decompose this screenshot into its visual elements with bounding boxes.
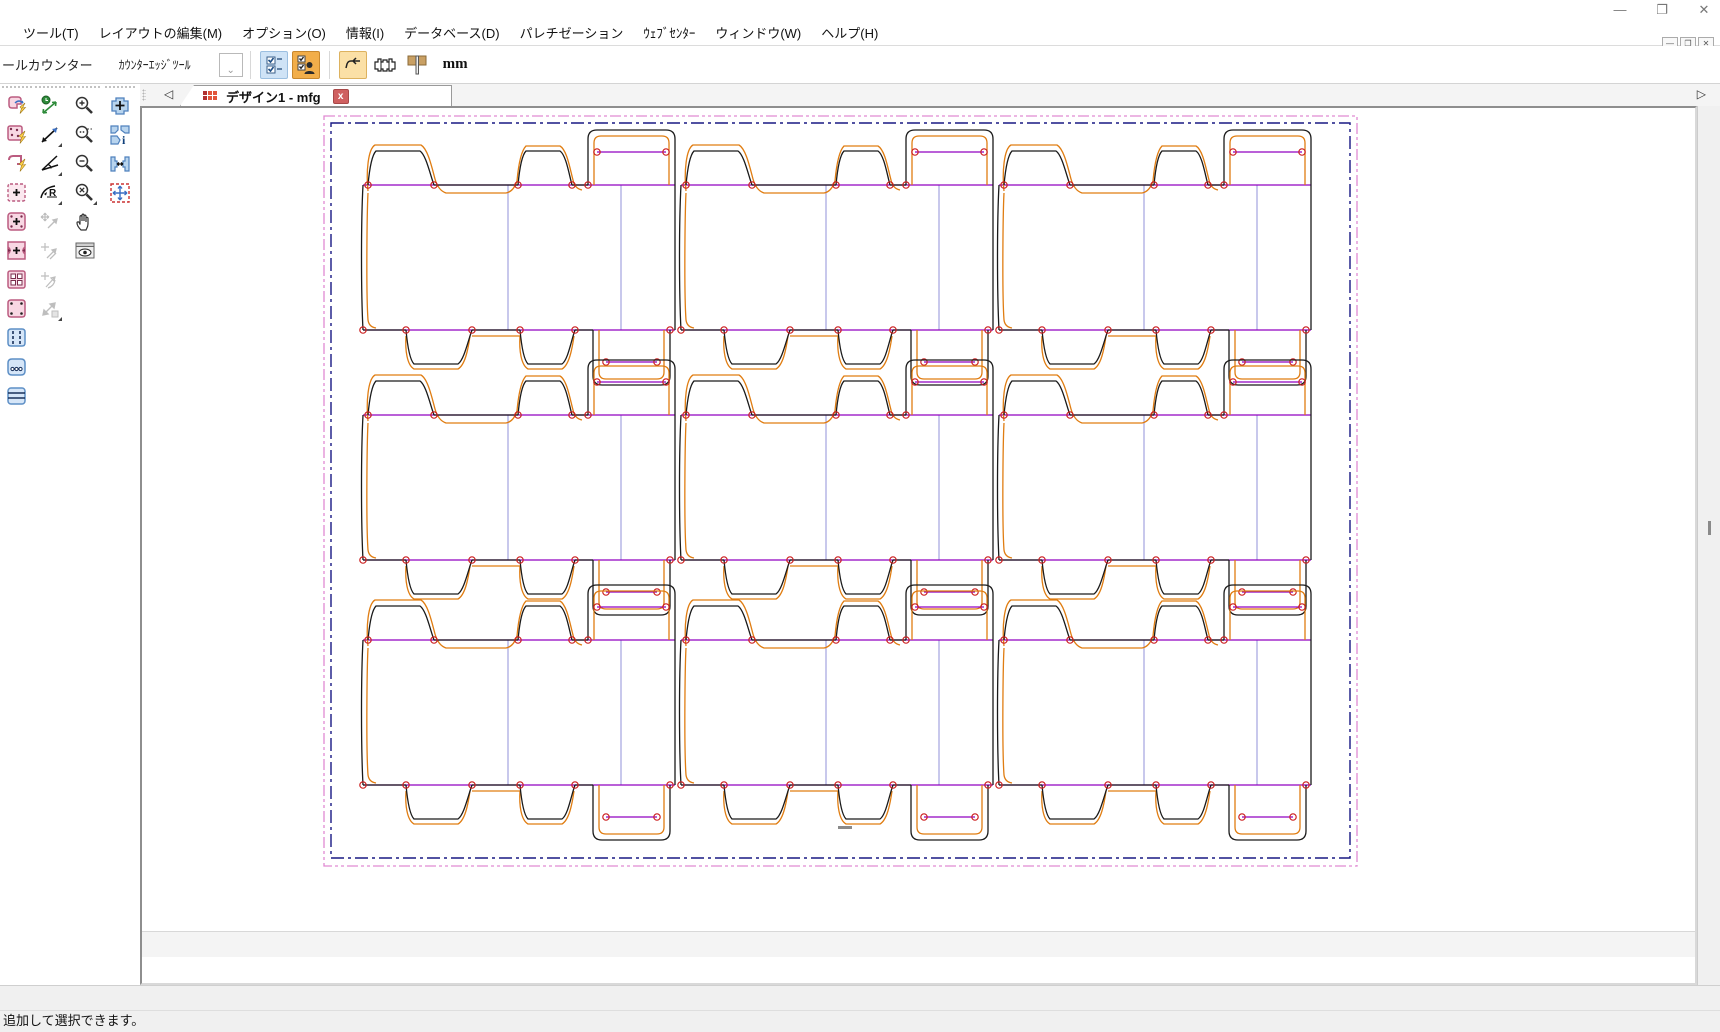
- window-close-button[interactable]: ✕: [1696, 3, 1712, 17]
- toolbar-separator: [329, 51, 330, 79]
- quick-measure-icon[interactable]: [37, 93, 63, 119]
- drawing-canvas[interactable]: [142, 108, 1695, 957]
- counter-grid-icon[interactable]: [4, 267, 30, 293]
- counter-lines-icon[interactable]: [4, 383, 30, 409]
- tab-scroll-left-icon[interactable]: ◁: [164, 87, 173, 101]
- menu-webcenter[interactable]: ｳｪﾌﾞｾﾝﾀｰ: [633, 20, 705, 45]
- bend-arrow-icon[interactable]: [339, 51, 367, 79]
- left-tool-panel: R: [0, 84, 140, 985]
- menu-info[interactable]: 情報(I): [336, 20, 394, 45]
- tool-dropdown[interactable]: ⌄: [219, 53, 243, 77]
- menu-palletization[interactable]: パレチゼーション: [510, 20, 634, 45]
- add-blank-icon[interactable]: [107, 93, 133, 119]
- main-toolbar: ールカウンター ｶｳﾝﾀｰｴｯｼﾞﾂｰﾙ ⌄: [0, 46, 1720, 84]
- counter-holes-icon[interactable]: [4, 354, 30, 380]
- counter-plus-corners-icon[interactable]: [4, 209, 30, 235]
- sheet-inner-margin: [331, 123, 1350, 858]
- drawing-canvas-frame: [140, 106, 1697, 985]
- counter-corner-dots-icon[interactable]: [4, 296, 30, 322]
- tab-label: デザイン1 - mfg: [226, 87, 321, 106]
- measure-distance-icon[interactable]: [37, 122, 63, 148]
- mfg-layout-icon: [203, 91, 218, 102]
- horizontal-splitter-handle[interactable]: [838, 826, 852, 829]
- layout-tools-palette: i: [105, 86, 135, 209]
- counter-pinch-add-icon[interactable]: [4, 238, 30, 264]
- move-point-icon[interactable]: [37, 209, 63, 235]
- right-panel-strip: [1697, 106, 1720, 985]
- sheet-outer-margin: [324, 116, 1357, 866]
- window-minimize-button[interactable]: —: [1612, 3, 1628, 17]
- zoom-in-icon[interactable]: [72, 93, 98, 119]
- menu-database[interactable]: データベース(D): [394, 20, 509, 45]
- zoom-extents-icon[interactable]: [72, 180, 98, 206]
- move-rotate-icon[interactable]: [37, 267, 63, 293]
- tool-group-label: ールカウンター: [2, 55, 93, 74]
- counter-dots-flash-icon[interactable]: [4, 122, 30, 148]
- preview-icon[interactable]: [72, 238, 98, 264]
- unit-label: mm: [443, 56, 468, 73]
- resize-sheet-icon[interactable]: [107, 180, 133, 206]
- zoom-selection-icon[interactable]: [72, 122, 98, 148]
- title-bar: — ❐ ✕: [0, 0, 1720, 20]
- counter-edge-flash-icon[interactable]: [4, 151, 30, 177]
- gap-distance-icon[interactable]: [107, 151, 133, 177]
- move-copy-icon[interactable]: [37, 296, 63, 322]
- zoom-out-icon[interactable]: [72, 151, 98, 177]
- die-profile-icon[interactable]: [371, 51, 399, 79]
- counter-area-add-icon[interactable]: [4, 180, 30, 206]
- canvas-bottom-strip: [142, 931, 1695, 957]
- pan-icon[interactable]: [72, 209, 98, 235]
- counter-pin-icon[interactable]: [403, 51, 431, 79]
- measure-radius-icon[interactable]: R: [37, 180, 63, 206]
- bridge-tool-icon[interactable]: [4, 325, 30, 351]
- measure-angle-icon[interactable]: [37, 151, 63, 177]
- checklist-user-icon[interactable]: [292, 51, 320, 79]
- window-maximize-button[interactable]: ❐: [1654, 3, 1670, 17]
- active-tool-label: ｶｳﾝﾀｰｴｯｼﾞﾂｰﾙ: [119, 56, 191, 73]
- view-tools-palette: [70, 86, 100, 267]
- menu-options[interactable]: オプション(O): [232, 20, 336, 45]
- move-segment-icon[interactable]: [37, 238, 63, 264]
- tabbar-grip[interactable]: [142, 89, 146, 101]
- menu-bar: ツール(T) レイアウトの編集(M) オプション(O) 情報(I) データベース…: [0, 20, 1720, 46]
- status-bar: 追加して選択できます。: [0, 985, 1720, 1032]
- svg-text:i: i: [122, 133, 126, 147]
- statusbar-divider: [0, 1010, 1720, 1011]
- vertical-splitter-handle[interactable]: [1708, 521, 1711, 535]
- menu-help[interactable]: ヘルプ(H): [811, 20, 888, 45]
- toolbar-separator: [250, 51, 251, 79]
- menu-window[interactable]: ウィンドウ(W): [705, 20, 811, 45]
- tab-scroll-right-icon[interactable]: ▷: [1697, 87, 1706, 101]
- status-message: 追加して選択できます。: [3, 1010, 144, 1029]
- counter-tools-palette: [2, 86, 32, 412]
- tab-design1-mfg[interactable]: デザイン1 - mfg x: [180, 85, 452, 106]
- document-tab-bar: ◁ デザイン1 - mfg x ▷: [140, 84, 1720, 106]
- layout-info-icon[interactable]: i: [107, 122, 133, 148]
- counter-layout-flash-icon[interactable]: [4, 93, 30, 119]
- menu-edit-layout[interactable]: レイアウトの編集(M): [89, 20, 233, 45]
- tab-close-icon[interactable]: x: [333, 89, 349, 104]
- menu-tools[interactable]: ツール(T): [13, 20, 89, 45]
- measure-tools-palette: R: [35, 86, 65, 325]
- checklist-icon[interactable]: [260, 51, 288, 79]
